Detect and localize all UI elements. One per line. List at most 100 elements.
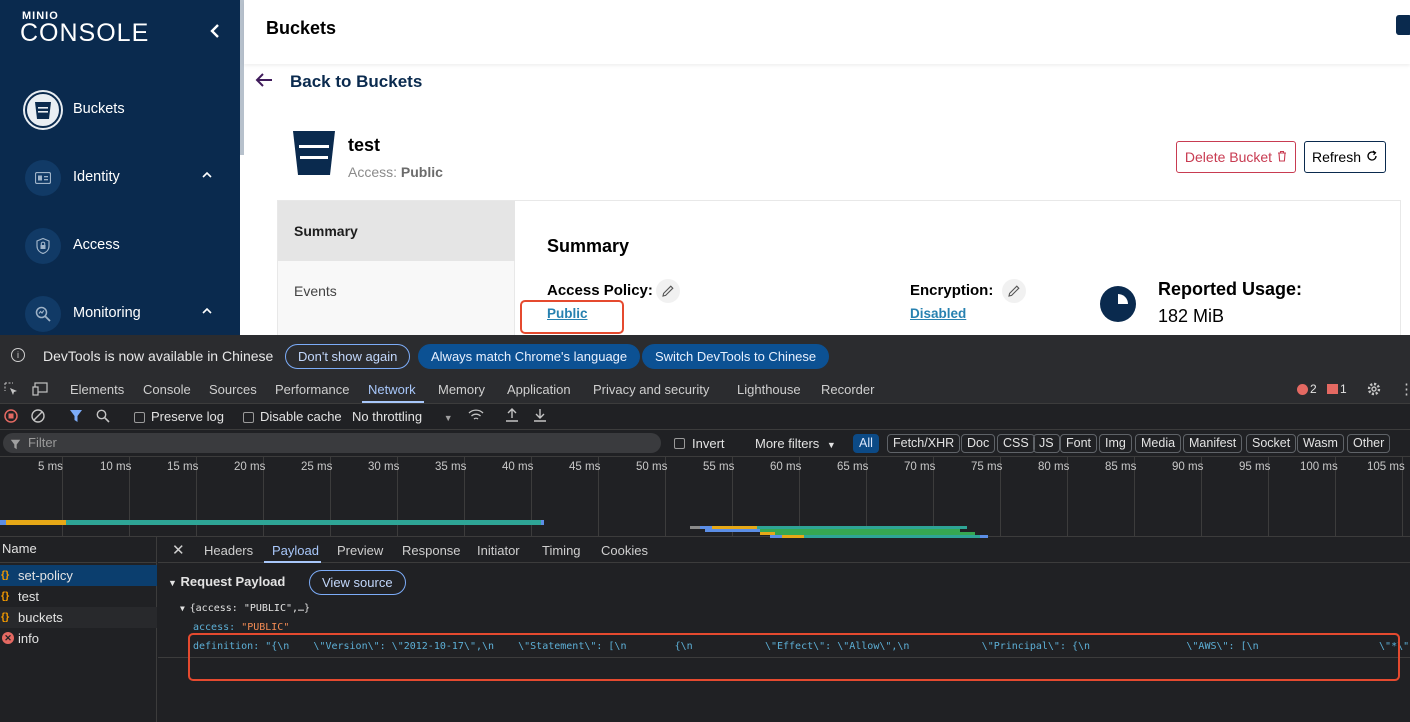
search-icon[interactable] (96, 409, 110, 426)
timeline-tick: 100 ms (1300, 461, 1338, 473)
collapse-sidebar-icon[interactable] (206, 20, 226, 42)
dropdown-arrow-icon: ▼ (443, 413, 453, 423)
request-row-set-policy[interactable]: {} set-policy (0, 565, 157, 586)
tab-console[interactable]: Console (143, 382, 191, 397)
waterfall-bar (705, 529, 760, 532)
throttling-value: No throttling (352, 409, 423, 424)
disable-cache-checkbox[interactable] (243, 412, 254, 423)
clear-icon[interactable] (31, 409, 45, 426)
export-har-icon[interactable] (533, 408, 547, 425)
timeline-tick: 10 ms (100, 461, 132, 473)
more-filters-dropdown[interactable]: More filters ▼ (755, 436, 836, 451)
timeline-tick: 20 ms (234, 461, 266, 473)
tab-application[interactable]: Application (507, 382, 571, 397)
settings-gear-icon[interactable] (1366, 381, 1382, 400)
chevron-up-icon[interactable] (202, 304, 212, 318)
switch-to-chinese-button[interactable]: Switch DevTools to Chinese (642, 344, 830, 369)
import-har-icon[interactable] (505, 408, 519, 425)
network-conditions-icon[interactable] (468, 408, 484, 425)
refresh-button[interactable]: Refresh (1304, 141, 1386, 173)
request-name: info (18, 631, 39, 646)
filter-type-media[interactable]: Media (1135, 434, 1182, 453)
issues-counter[interactable]: 1 (1327, 382, 1347, 396)
dont-show-again-button[interactable]: Don't show again (285, 344, 411, 369)
preserve-log-checkbox[interactable] (134, 412, 145, 423)
tab-lighthouse[interactable]: Lighthouse (737, 382, 801, 397)
filter-type-wasm[interactable]: Wasm (1297, 434, 1344, 453)
filter-type-css[interactable]: CSS (997, 434, 1035, 453)
filter-type-doc[interactable]: Doc (961, 434, 996, 453)
bucket-icon[interactable] (1396, 15, 1410, 35)
tab-memory[interactable]: Memory (438, 382, 485, 397)
filter-type-other[interactable]: Other (1347, 434, 1391, 453)
access-policy-label: Access Policy: (547, 282, 653, 299)
errors-counter[interactable]: 2 (1297, 382, 1317, 396)
more-filters-label: More filters (755, 436, 820, 451)
encryption-link[interactable]: Disabled (910, 306, 966, 321)
tab-elements[interactable]: Elements (70, 382, 124, 397)
throttling-select[interactable]: No throttling ▼ (352, 409, 453, 424)
request-row-info[interactable]: ✕ info (0, 628, 157, 649)
access-label: Access: (348, 164, 398, 180)
page-title: Buckets (266, 18, 337, 38)
tab-network[interactable]: Network (368, 382, 416, 397)
sidebar-item-identity[interactable]: Identity (0, 160, 240, 210)
network-overview-timeline[interactable]: 5 ms 10 ms 15 ms 20 ms 25 ms 30 ms 35 ms… (0, 457, 1410, 538)
more-options-icon[interactable]: ⋮ (1399, 380, 1410, 398)
delete-bucket-button[interactable]: Delete Bucket (1176, 141, 1296, 173)
tab-recorder[interactable]: Recorder (821, 382, 874, 397)
sidebar-item-monitoring[interactable]: Monitoring (0, 296, 240, 335)
triangle-down-icon: ▼ (180, 604, 190, 613)
error-count: 2 (1310, 382, 1317, 396)
close-icon[interactable]: ✕ (172, 541, 185, 559)
tab-initiator[interactable]: Initiator (477, 543, 520, 558)
filter-type-all[interactable]: All (853, 434, 879, 453)
invert-checkbox[interactable] (674, 438, 685, 449)
filter-type-js[interactable]: JS (1033, 434, 1060, 453)
bucket-details-panel: Summary Events (277, 200, 1401, 341)
inspect-element-icon[interactable] (4, 382, 18, 399)
request-row-buckets[interactable]: {} buckets (0, 607, 157, 628)
triangle-down-icon: ▼ (168, 578, 177, 588)
sidebar-item-buckets[interactable]: Buckets (0, 92, 240, 142)
detail-tabs: ✕ Headers Payload Preview Response Initi… (158, 537, 1410, 563)
request-payload-header[interactable]: ▼ Request Payload (168, 574, 285, 589)
edit-pencil-icon[interactable] (1002, 279, 1026, 303)
view-source-button[interactable]: View source (309, 570, 406, 595)
tab-preview[interactable]: Preview (337, 543, 383, 558)
tab-payload[interactable]: Payload (272, 543, 319, 558)
name-column-header[interactable]: Name (0, 537, 157, 563)
payload-access-field: access: "PUBLIC" (193, 622, 289, 633)
request-row-test[interactable]: {} test (0, 586, 157, 607)
payload-access-value: "PUBLIC" (241, 622, 290, 633)
payload-object-summary[interactable]: ▼ {access: "PUBLIC",…} (180, 603, 310, 614)
tab-sources[interactable]: Sources (209, 382, 257, 397)
tab-events[interactable]: Events (278, 261, 515, 321)
tab-privacy-security[interactable]: Privacy and security (593, 382, 709, 397)
filter-type-fetch-xhr[interactable]: Fetch/XHR (887, 434, 961, 453)
tab-cookies[interactable]: Cookies (601, 543, 648, 558)
edit-pencil-icon[interactable] (656, 279, 680, 303)
filter-type-socket[interactable]: Socket (1246, 434, 1297, 453)
back-link-label: Back to Buckets (290, 72, 423, 91)
preserve-log-label: Preserve log (151, 409, 224, 424)
always-match-language-button[interactable]: Always match Chrome's language (418, 344, 641, 369)
tab-headers[interactable]: Headers (204, 543, 253, 558)
active-tab-indicator (264, 561, 321, 563)
tab-response[interactable]: Response (402, 543, 461, 558)
sidebar-item-access[interactable]: Access (0, 228, 240, 278)
dropdown-arrow-icon: ▼ (826, 440, 836, 450)
stop-recording-icon[interactable] (4, 409, 18, 426)
filter-funnel-icon[interactable] (69, 409, 83, 426)
tab-performance[interactable]: Performance (275, 382, 349, 397)
chevron-up-icon[interactable] (202, 168, 212, 182)
filter-type-manifest[interactable]: Manifest (1183, 434, 1243, 453)
timeline-tick: 105 ms (1367, 461, 1405, 473)
filter-type-img[interactable]: Img (1099, 434, 1132, 453)
bucket-tabs: Summary Events (278, 201, 515, 341)
device-toolbar-icon[interactable] (32, 382, 48, 399)
tab-timing[interactable]: Timing (542, 543, 581, 558)
filter-type-font[interactable]: Font (1060, 434, 1098, 453)
filter-input[interactable]: Filter (3, 433, 661, 453)
tab-summary[interactable]: Summary (278, 201, 515, 261)
